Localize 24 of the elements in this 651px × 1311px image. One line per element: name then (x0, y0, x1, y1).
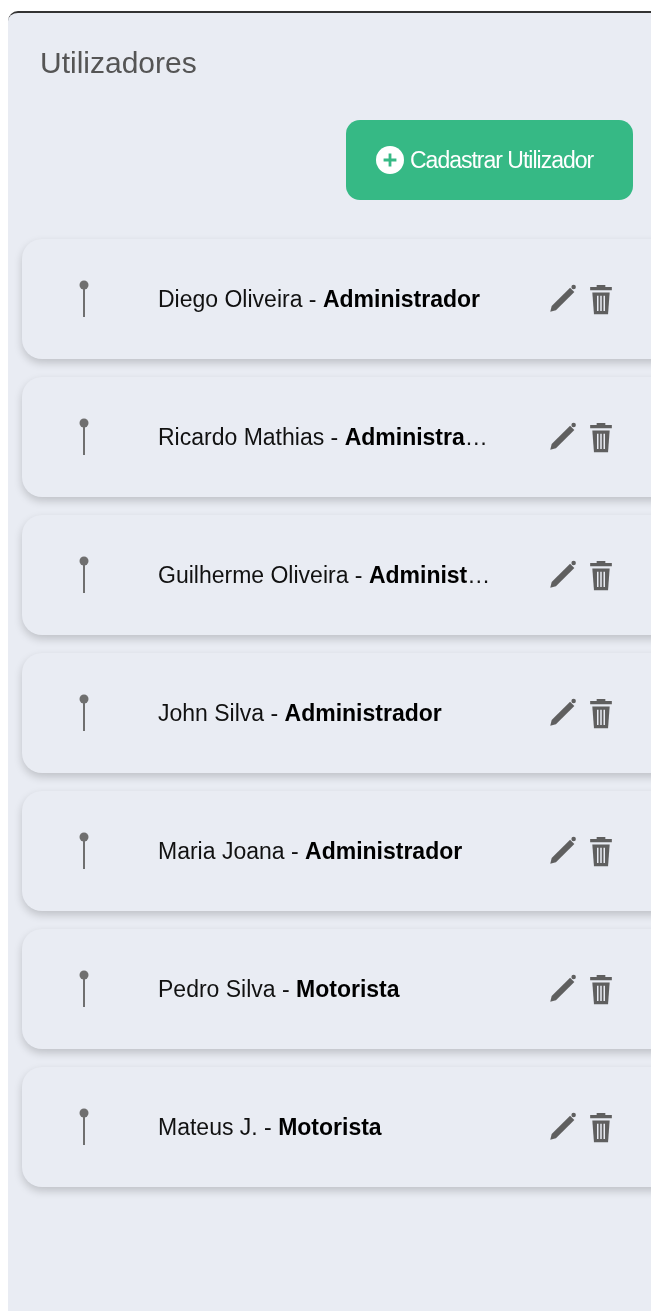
user-label: Ricardo Mathias - Administra… (158, 423, 489, 451)
delete-icon[interactable] (588, 696, 614, 730)
plus-circle-icon (376, 146, 404, 174)
delete-icon[interactable] (588, 1110, 614, 1144)
delete-icon[interactable] (588, 558, 614, 592)
pin-icon (79, 969, 89, 1009)
user-label: Mateus J. - Motorista (158, 1113, 383, 1141)
add-user-button[interactable]: Cadastrar Utilizador (346, 120, 634, 200)
pin-icon (79, 693, 89, 733)
delete-icon[interactable] (588, 972, 614, 1006)
delete-icon[interactable] (588, 282, 614, 316)
user-label: Diego Oliveira - Administrador (158, 285, 482, 313)
user-label: Guilherme Oliveira - Administ… (158, 561, 492, 589)
user-label: Pedro Silva - Motorista (158, 975, 401, 1003)
pin-icon (79, 1107, 89, 1147)
delete-icon[interactable] (588, 420, 614, 454)
pin-icon (79, 279, 89, 319)
user-label: John Silva - Administrador (158, 699, 443, 727)
page-title: Utilizadores (40, 45, 198, 81)
user-label: Maria Joana - Administrador (158, 837, 464, 865)
pin-icon (79, 831, 89, 871)
delete-icon[interactable] (588, 834, 614, 868)
pin-icon (79, 417, 89, 457)
pin-icon (79, 555, 89, 595)
